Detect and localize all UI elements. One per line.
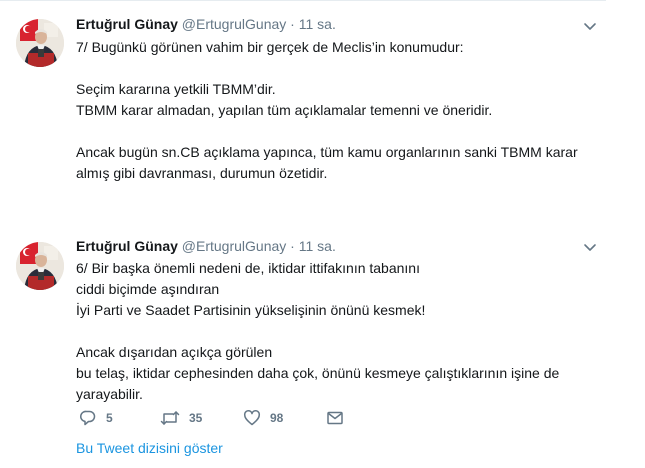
retweet-button[interactable]: 35 xyxy=(160,408,202,428)
tweet-line xyxy=(76,121,596,142)
tweet-line: almış gibi davranması, durumun özetidir. xyxy=(76,165,328,181)
chevron-down-icon[interactable] xyxy=(582,18,598,34)
separator-dot: · xyxy=(290,16,295,32)
avatar[interactable] xyxy=(16,242,64,290)
profile-photo xyxy=(16,242,64,290)
author-name[interactable]: Ertuğrul Günay xyxy=(76,16,178,32)
tweet-line xyxy=(76,58,596,79)
heart-icon xyxy=(243,409,261,427)
tweet-header: Ertuğrul Günay @ErtugrulGunay · 11 sa. xyxy=(76,236,336,256)
separator-dot: · xyxy=(290,238,295,254)
tweet-line: Ancak dışarıdan açıkça görülen xyxy=(76,344,273,360)
timestamp[interactable]: 11 sa. xyxy=(299,16,336,32)
tweet-actions: 5 35 98 xyxy=(76,408,376,428)
tweet-line: bu telaş, iktidar cephesinden daha çok, … xyxy=(76,365,560,381)
tweet-line: Ancak bugün sn.CB açıklama yapınca, tüm … xyxy=(76,144,578,160)
reply-icon xyxy=(79,409,97,427)
tweet[interactable]: Ertuğrul Günay @ErtugrulGunay · 11 sa. 6… xyxy=(0,222,606,468)
retweet-icon xyxy=(160,409,180,427)
tweet-text: 6/ Bir başka önemli nedeni de, iktidar i… xyxy=(76,258,596,405)
chevron-down-icon[interactable] xyxy=(582,239,598,255)
like-count: 98 xyxy=(270,411,284,425)
reply-button[interactable]: 5 xyxy=(79,408,113,428)
tweet-text: 7/ Bugünkü görünen vahim bir gerçek de M… xyxy=(76,37,596,184)
tweet-line: yarayabilir. xyxy=(76,386,143,402)
author-name[interactable]: Ertuğrul Günay xyxy=(76,238,178,254)
author-handle[interactable]: @ErtugrulGunay xyxy=(182,238,286,254)
tweet-line: İyi Parti ve Saadet Partisinin yükselişi… xyxy=(76,302,426,318)
author-handle[interactable]: @ErtugrulGunay xyxy=(182,16,286,32)
tweet-header: Ertuğrul Günay @ErtugrulGunay · 11 sa. xyxy=(76,14,336,34)
profile-photo xyxy=(16,19,64,67)
retweet-count: 35 xyxy=(189,411,203,425)
tweet-line: 6/ Bir başka önemli nedeni de, iktidar i… xyxy=(76,260,420,276)
envelope-icon xyxy=(326,409,344,427)
tweet-line: Seçim kararına yetkili TBMM’dir. xyxy=(76,81,276,97)
tweet-line: ciddi biçimde aşındıran xyxy=(76,281,220,297)
timestamp[interactable]: 11 sa. xyxy=(299,238,336,254)
tweet-line: TBMM karar almadan, yapılan tüm açıklama… xyxy=(76,102,493,118)
direct-message-button[interactable] xyxy=(326,408,344,428)
reply-count: 5 xyxy=(106,411,113,425)
show-thread-link[interactable]: Bu Tweet dizisini göster xyxy=(76,439,223,457)
avatar[interactable] xyxy=(16,19,64,67)
tweet[interactable]: Ertuğrul Günay @ErtugrulGunay · 11 sa. 7… xyxy=(0,0,606,212)
tweet-line: 7/ Bugünkü görünen vahim bir gerçek de M… xyxy=(76,39,464,55)
tweet-line xyxy=(76,321,596,342)
like-button[interactable]: 98 xyxy=(243,408,283,428)
